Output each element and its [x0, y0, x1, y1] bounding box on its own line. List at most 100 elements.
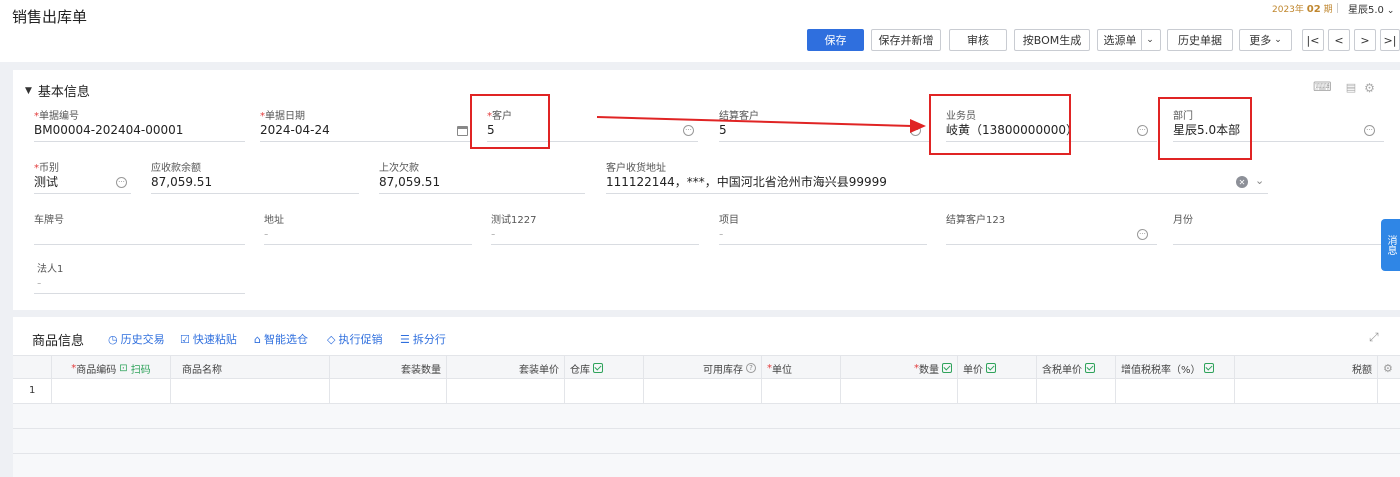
- doc-no-field[interactable]: *单据编号 BM00004-202404-00001: [34, 107, 183, 139]
- addr-field[interactable]: 地址 -: [264, 211, 284, 243]
- top-separator: [1337, 3, 1338, 13]
- table-row[interactable]: [13, 429, 1400, 454]
- col-tax-amount: 税额: [1235, 356, 1378, 380]
- last-debt-field: 上次欠款 87,059.51: [379, 159, 440, 191]
- checkbox-icon[interactable]: [942, 363, 952, 373]
- split-icon: ☰: [400, 332, 410, 346]
- basic-info-title[interactable]: ▼ 基本信息: [25, 81, 90, 100]
- plate-field[interactable]: 车牌号: [34, 211, 64, 243]
- more-dots-icon[interactable]: ···: [683, 125, 694, 136]
- table-row[interactable]: [13, 404, 1400, 429]
- delivery-address-value: 111122144，***，中国河北省沧州市海兴县99999: [606, 175, 887, 189]
- col-warehouse[interactable]: 仓库: [565, 356, 644, 380]
- chevron-down-icon: ⌄: [1386, 6, 1395, 16]
- first-record-button[interactable]: |<: [1302, 29, 1324, 51]
- save-and-new-button[interactable]: 保存并新增: [871, 29, 941, 51]
- more-dots-icon[interactable]: ···: [1137, 229, 1148, 240]
- checkbox-icon[interactable]: [1085, 363, 1095, 373]
- save-button[interactable]: 保存: [807, 29, 864, 51]
- accounting-period[interactable]: 2023年 02 期: [1272, 2, 1333, 15]
- table-header: * 商品编码 ⊡ 扫码 商品名称 套装数量 套装单价 仓库 可用库存? * 单位 * 数量…: [13, 355, 1400, 380]
- gear-icon[interactable]: ⚙: [1383, 362, 1393, 375]
- test1227-label: 测试1227: [491, 215, 537, 226]
- chevron-down-icon: ⌄: [1274, 35, 1282, 45]
- warehouse-icon: ⌂: [254, 332, 261, 346]
- doc-date-field[interactable]: *单据日期 2024-04-24: [260, 107, 330, 139]
- checkbox-icon[interactable]: [986, 363, 996, 373]
- doc-no-value: BM00004-202404-00001: [34, 123, 184, 137]
- test1227-field[interactable]: 测试1227 -: [491, 211, 536, 243]
- plate-value: [34, 225, 64, 243]
- bom-generate-button[interactable]: 按BOM生成: [1014, 29, 1090, 51]
- calendar-icon[interactable]: [457, 126, 468, 136]
- select-source-button[interactable]: 选源单 ⌄: [1097, 29, 1161, 51]
- col-set-qty: 套装数量: [330, 356, 447, 380]
- chevron-down-icon[interactable]: ⌄: [1255, 174, 1264, 187]
- prev-record-button[interactable]: <: [1328, 29, 1350, 51]
- quick-paste-tool[interactable]: ☑ 快速粘贴: [180, 331, 237, 347]
- history-docs-button[interactable]: 历史单据: [1167, 29, 1233, 51]
- keyboard-icon[interactable]: ⌨: [1313, 80, 1332, 95]
- col-qty[interactable]: * 数量: [841, 356, 958, 380]
- col-set-price: 套装单价: [447, 356, 565, 380]
- panel-tools: ⌨ ▤ ⚙: [1313, 80, 1375, 95]
- plate-label: 车牌号: [34, 215, 64, 226]
- legal-person-value: -: [37, 276, 42, 290]
- goods-panel: 商品信息 ◷ 历史交易 ☑ 快速粘贴 ⌂ 智能选仓 ◇ 执行促销 ☰ 拆分行 ⤢ * 商品编…: [13, 317, 1400, 477]
- more-button[interactable]: 更多 ⌄: [1239, 29, 1292, 51]
- col-price[interactable]: 单价: [958, 356, 1037, 380]
- tag-icon: ◇: [327, 332, 336, 346]
- annotation-box-customer: [470, 94, 550, 149]
- help-icon[interactable]: ?: [746, 363, 756, 373]
- chevron-down-icon[interactable]: ⌄: [1140, 30, 1159, 50]
- col-goods-code[interactable]: * 商品编码 ⊡ 扫码: [52, 356, 171, 380]
- history-trade-tool[interactable]: ◷ 历史交易: [108, 331, 165, 347]
- annotation-box-salesman: [929, 94, 1071, 155]
- currency-field[interactable]: *币别 测试: [34, 159, 59, 191]
- document-settings-icon[interactable]: ▤: [1346, 81, 1356, 94]
- goods-title: 商品信息: [32, 334, 85, 349]
- fullscreen-icon[interactable]: ⤢: [1369, 330, 1379, 345]
- receivable-value: 87,059.51: [151, 175, 213, 189]
- project-value: -: [719, 227, 724, 241]
- more-dots-icon[interactable]: ···: [116, 177, 127, 188]
- doc-date-value: 2024-04-24: [260, 123, 330, 137]
- paste-icon: ☑: [180, 332, 190, 346]
- settle-customer-123-value: [946, 225, 1005, 243]
- table-row[interactable]: 1: [13, 379, 1400, 404]
- collapse-caret-icon: ▼: [25, 85, 32, 96]
- month-label: 月份: [1173, 215, 1193, 226]
- next-record-button[interactable]: >: [1354, 29, 1376, 51]
- annotation-box-dept: [1158, 97, 1252, 160]
- smart-warehouse-tool[interactable]: ⌂ 智能选仓: [254, 331, 308, 347]
- split-row-tool[interactable]: ☰ 拆分行: [400, 331, 446, 347]
- audit-button[interactable]: 审核: [949, 29, 1007, 51]
- currency-value: 测试: [34, 175, 59, 189]
- column-settings[interactable]: ⚙: [1378, 356, 1400, 380]
- checkbox-icon[interactable]: [1203, 363, 1214, 373]
- settle-customer-123-field[interactable]: 结算客户123: [946, 211, 1005, 243]
- last-record-button[interactable]: >|: [1380, 29, 1400, 51]
- more-dots-icon[interactable]: ···: [1364, 125, 1375, 136]
- col-unit: * 单位: [762, 356, 841, 380]
- account-selector[interactable]: 星辰5.0 ⌄: [1348, 1, 1394, 16]
- scan-icon[interactable]: ⊡: [119, 363, 127, 374]
- legal-person-field[interactable]: 法人1 -: [37, 260, 63, 292]
- project-field[interactable]: 项目 -: [719, 211, 739, 243]
- last-debt-value: 87,059.51: [379, 175, 441, 189]
- page-title: 销售出库单: [12, 8, 88, 26]
- col-tax-price[interactable]: 含税单价: [1037, 356, 1116, 380]
- more-dots-icon[interactable]: ···: [1137, 125, 1148, 136]
- month-field[interactable]: 月份: [1173, 211, 1193, 243]
- checkbox-icon[interactable]: [593, 363, 603, 373]
- gear-icon[interactable]: ⚙: [1364, 81, 1375, 95]
- promotion-tool[interactable]: ◇ 执行促销: [327, 331, 382, 347]
- col-vat-rate[interactable]: 增值税税率（%）: [1116, 356, 1235, 380]
- clock-icon: ◷: [108, 332, 118, 346]
- table-row[interactable]: [13, 454, 1400, 477]
- message-side-tab[interactable]: 消息: [1381, 219, 1400, 271]
- more-dots-icon[interactable]: ···: [910, 125, 921, 136]
- clear-icon[interactable]: ✕: [1236, 176, 1248, 188]
- delivery-address-field[interactable]: 客户收货地址 111122144，***，中国河北省沧州市海兴县99999: [606, 159, 887, 191]
- settle-customer-field[interactable]: 结算客户 5: [719, 107, 759, 139]
